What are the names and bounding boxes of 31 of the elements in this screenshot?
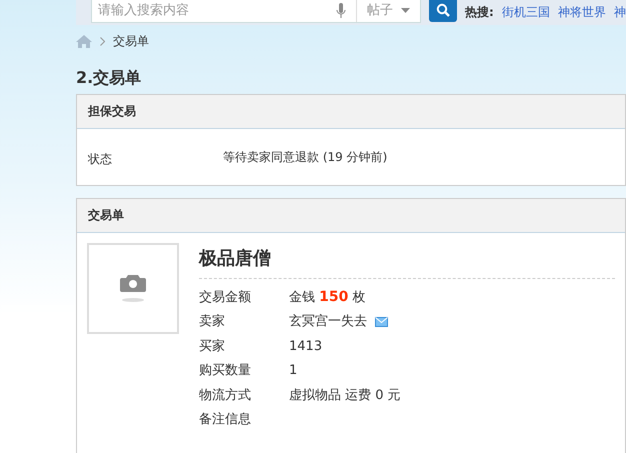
field-value: 金钱 150 枚 [289,288,366,307]
field-label: 交易金额 [199,288,252,306]
card-header: 担保交易 [77,94,625,129]
field-value: 虚拟物品 运费 0 元 [289,386,401,404]
search-button[interactable] [429,0,457,22]
product-title: 极品唐僧 [199,242,615,280]
scope-dropdown[interactable]: 帖子 [356,0,420,22]
search-icon [436,2,450,16]
field-value: 1413 [289,338,322,356]
field-value: 等待卖家同意退款 (19 分钟前) [223,148,388,165]
field-value: 玄冥宫一失去 [289,313,367,331]
search-field[interactable]: 请输入搜索内容 帖子 [91,0,421,23]
hot-search-link[interactable]: 神 [614,4,626,21]
caret-icon [401,8,410,13]
breadcrumb-item[interactable]: 交易单 [113,32,149,50]
field-label: 备注信息 [199,411,252,429]
hot-search-label: 热搜: [465,4,494,21]
field-value: 1 [289,362,298,380]
hot-search-link[interactable]: 街机三国 [502,4,550,21]
hot-search-link[interactable]: 神将世界 [558,4,606,21]
field-label: 购买数量 [199,362,252,380]
chevron-icon [100,36,105,46]
microphone-icon[interactable] [336,2,346,18]
field-label: 卖家 [199,313,226,331]
mail-icon[interactable] [375,316,388,327]
field-label: 物流方式 [199,386,252,404]
field-label: 买家 [199,338,226,356]
camera-icon [120,273,146,304]
card-header: 交易单 [77,198,625,233]
page-title: 2.交易单 [76,67,142,89]
field-label: 状态 [88,150,113,167]
